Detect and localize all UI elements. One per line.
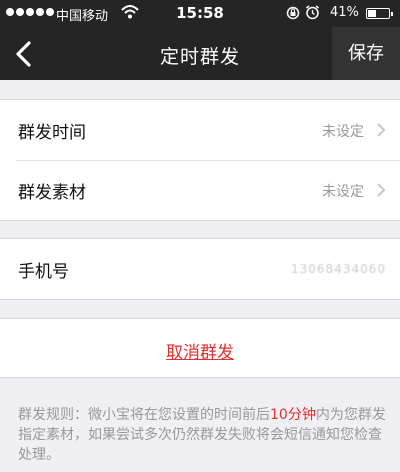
rules-prefix: 群发规则：微小宝将在您设置的时间前后: [18, 407, 270, 423]
battery-icon: [366, 8, 393, 19]
chevron-right-icon: [377, 123, 386, 137]
alarm-icon: [306, 5, 319, 20]
phone-label: 手机号: [18, 262, 69, 282]
send-material-row[interactable]: 群发素材 未设定: [0, 160, 400, 220]
send-rules-text: 群发规则：微小宝将在您设置的时间前后10分钟内为您群发指定素材，如果尝试多次仍然…: [18, 405, 388, 465]
phone-value: 13068434060: [291, 262, 386, 276]
battery-fill: [368, 10, 377, 17]
schedule-settings-group: 群发时间 未设定 群发素材 未设定: [0, 99, 400, 221]
phone-group: 手机号 13068434060: [0, 238, 400, 300]
send-material-label: 群发素材: [18, 183, 86, 203]
rotation-lock-icon: [286, 6, 300, 20]
battery-percent: 41%: [330, 5, 359, 20]
status-bar: 中国移动 15:58 41%: [0, 0, 400, 27]
send-time-label: 群发时间: [18, 123, 86, 143]
navigation-bar: 定时群发 保存: [0, 27, 400, 80]
save-button[interactable]: 保存: [332, 27, 400, 80]
rules-highlight: 10分钟: [270, 407, 316, 423]
send-time-row[interactable]: 群发时间 未设定: [0, 100, 400, 160]
phone-row[interactable]: 手机号 13068434060: [0, 239, 400, 299]
cancel-group: 取消群发: [0, 318, 400, 378]
chevron-right-icon: [377, 183, 386, 197]
send-time-value: 未设定: [322, 124, 364, 140]
cancel-send-button[interactable]: 取消群发: [0, 338, 400, 363]
send-material-value: 未设定: [322, 184, 364, 200]
